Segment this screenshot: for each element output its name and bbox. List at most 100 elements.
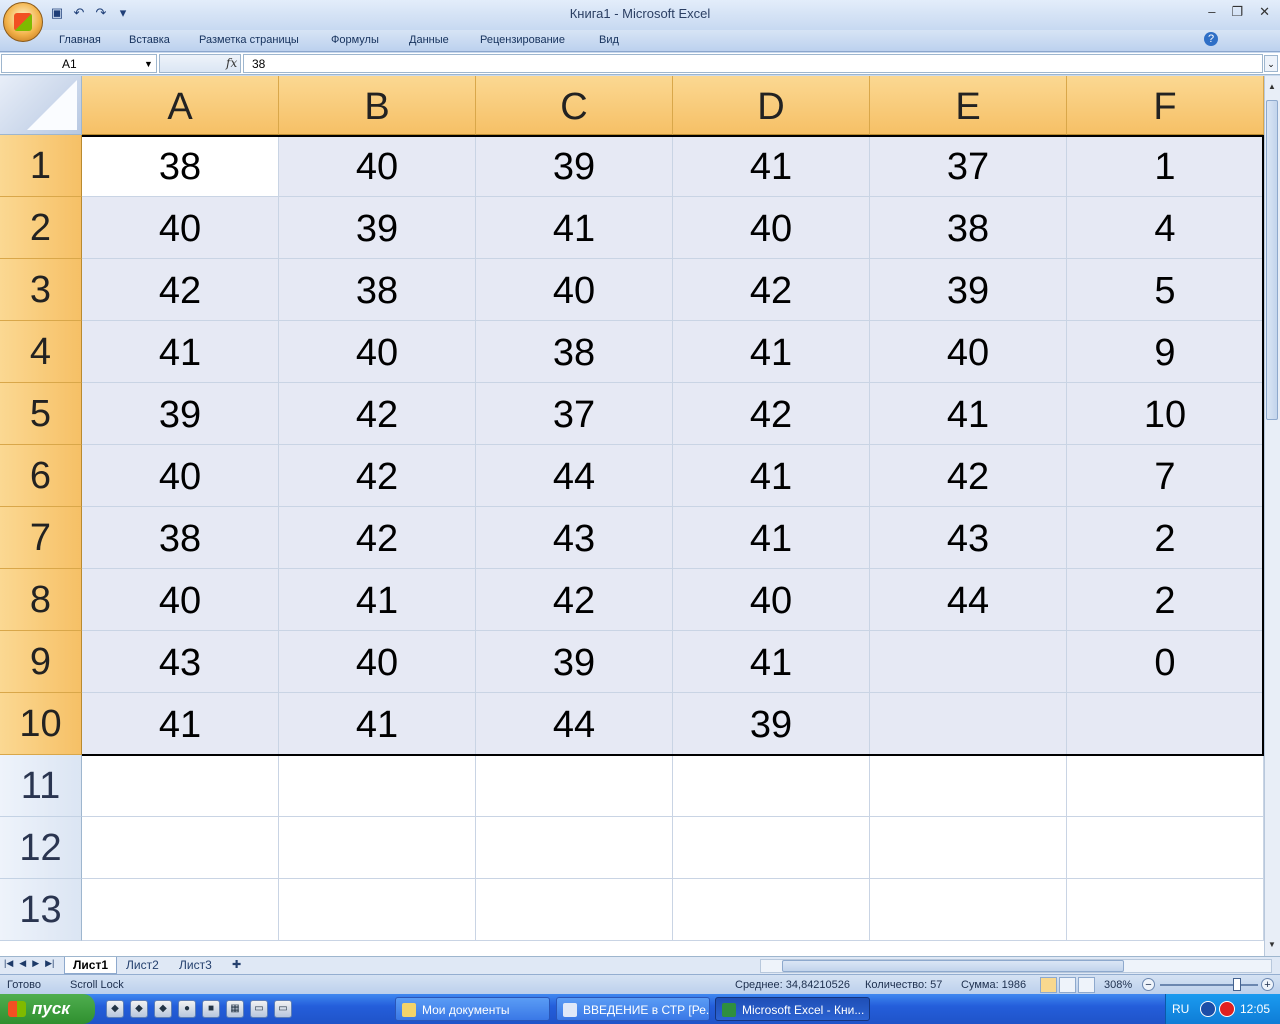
cell-E1[interactable]: 37 [870,135,1067,197]
help-icon[interactable]: ? [1204,32,1218,46]
cell-F1[interactable]: 1 [1067,135,1264,197]
cell-A4[interactable]: 41 [82,321,279,383]
quick-launch-icon[interactable]: ■ [202,1000,220,1018]
expand-formula-bar-icon[interactable]: ⌄ [1264,55,1278,72]
cell-D4[interactable]: 41 [673,321,870,383]
cell-B6[interactable]: 42 [279,445,476,507]
cell-C2[interactable]: 41 [476,197,673,259]
cell-A2[interactable]: 40 [82,197,279,259]
cell-C11[interactable] [476,755,673,817]
select-all-button[interactable] [0,76,82,135]
row-header[interactable]: 6 [0,445,82,507]
insert-sheet-icon[interactable]: ✚ [232,958,241,971]
cell-B3[interactable]: 38 [279,259,476,321]
cell-C1[interactable]: 39 [476,135,673,197]
cell-A1[interactable]: 38 [82,135,279,197]
cell-B1[interactable]: 40 [279,135,476,197]
tab-data[interactable]: Данные [409,34,449,46]
cell-A5[interactable]: 39 [82,383,279,445]
row-header[interactable]: 4 [0,321,82,383]
cell-E3[interactable]: 39 [870,259,1067,321]
cell-C12[interactable] [476,817,673,879]
row-header[interactable]: 8 [0,569,82,631]
last-sheet-icon[interactable]: ▶| [45,958,54,969]
cell-E10[interactable] [870,693,1067,755]
tab-home[interactable]: Главная [59,34,101,46]
cell-E2[interactable]: 38 [870,197,1067,259]
maximize-button[interactable]: ❐ [1231,4,1243,20]
cell-B4[interactable]: 40 [279,321,476,383]
zoom-in-button[interactable]: + [1261,978,1274,991]
minimize-button[interactable]: – [1208,4,1215,20]
horizontal-scroll-thumb[interactable] [782,960,1124,972]
quick-launch-icon[interactable]: ◆ [130,1000,148,1018]
row-header[interactable]: 12 [0,817,82,879]
zoom-level[interactable]: 308% [1104,979,1132,991]
cell-D8[interactable]: 40 [673,569,870,631]
cell-A10[interactable]: 41 [82,693,279,755]
cell-F6[interactable]: 7 [1067,445,1264,507]
tab-review[interactable]: Рецензирование [480,34,565,46]
cell-E4[interactable]: 40 [870,321,1067,383]
cell-D10[interactable]: 39 [673,693,870,755]
cell-C7[interactable]: 43 [476,507,673,569]
row-header[interactable]: 2 [0,197,82,259]
cell-E9[interactable] [870,631,1067,693]
cell-C8[interactable]: 42 [476,569,673,631]
cell-C13[interactable] [476,879,673,941]
taskbar-button-my-documents[interactable]: Мои документы [395,997,550,1021]
cell-D7[interactable]: 41 [673,507,870,569]
calculator-icon[interactable]: ▦ [226,1000,244,1018]
cell-A12[interactable] [82,817,279,879]
first-sheet-icon[interactable]: |◀ [4,958,13,969]
row-header[interactable]: 13 [0,879,82,941]
cell-F4[interactable]: 9 [1067,321,1264,383]
cell-B7[interactable]: 42 [279,507,476,569]
page-break-view-button[interactable] [1078,977,1095,993]
cell-B12[interactable] [279,817,476,879]
quick-launch-icon[interactable]: ◆ [154,1000,172,1018]
cell-A6[interactable]: 40 [82,445,279,507]
cell-B13[interactable] [279,879,476,941]
office-button[interactable] [3,2,43,42]
column-header[interactable]: C [476,76,673,135]
cell-E6[interactable]: 42 [870,445,1067,507]
tab-view[interactable]: Вид [599,34,619,46]
cell-E7[interactable]: 43 [870,507,1067,569]
close-button[interactable]: ✕ [1259,4,1270,20]
row-header[interactable]: 10 [0,693,82,755]
cell-A8[interactable]: 40 [82,569,279,631]
column-header[interactable]: D [673,76,870,135]
cell-C10[interactable]: 44 [476,693,673,755]
cell-F5[interactable]: 10 [1067,383,1264,445]
scroll-up-icon[interactable]: ▲ [1266,82,1278,96]
cell-D1[interactable]: 41 [673,135,870,197]
cell-A11[interactable] [82,755,279,817]
cell-F13[interactable] [1067,879,1264,941]
cell-D9[interactable]: 41 [673,631,870,693]
cell-D3[interactable]: 42 [673,259,870,321]
cell-E8[interactable]: 44 [870,569,1067,631]
zoom-out-button[interactable]: − [1142,978,1155,991]
cell-C3[interactable]: 40 [476,259,673,321]
vertical-scroll-thumb[interactable] [1266,100,1278,420]
taskbar-button-excel[interactable]: Microsoft Excel - Кни... [715,997,870,1021]
row-header[interactable]: 9 [0,631,82,693]
cell-F10[interactable] [1067,693,1264,755]
column-header[interactable]: A [82,76,279,135]
zoom-slider[interactable] [1160,984,1258,986]
row-header[interactable]: 5 [0,383,82,445]
cell-C4[interactable]: 38 [476,321,673,383]
row-header[interactable]: 3 [0,259,82,321]
cell-D5[interactable]: 42 [673,383,870,445]
row-header[interactable]: 7 [0,507,82,569]
insert-function-button[interactable]: fx [226,56,237,70]
cell-A9[interactable]: 43 [82,631,279,693]
scroll-down-icon[interactable]: ▼ [1266,940,1278,954]
sheet-tab-2[interactable]: Лист2 [118,957,167,974]
cell-C9[interactable]: 39 [476,631,673,693]
cell-C5[interactable]: 37 [476,383,673,445]
cell-E13[interactable] [870,879,1067,941]
cell-B11[interactable] [279,755,476,817]
cell-D12[interactable] [673,817,870,879]
